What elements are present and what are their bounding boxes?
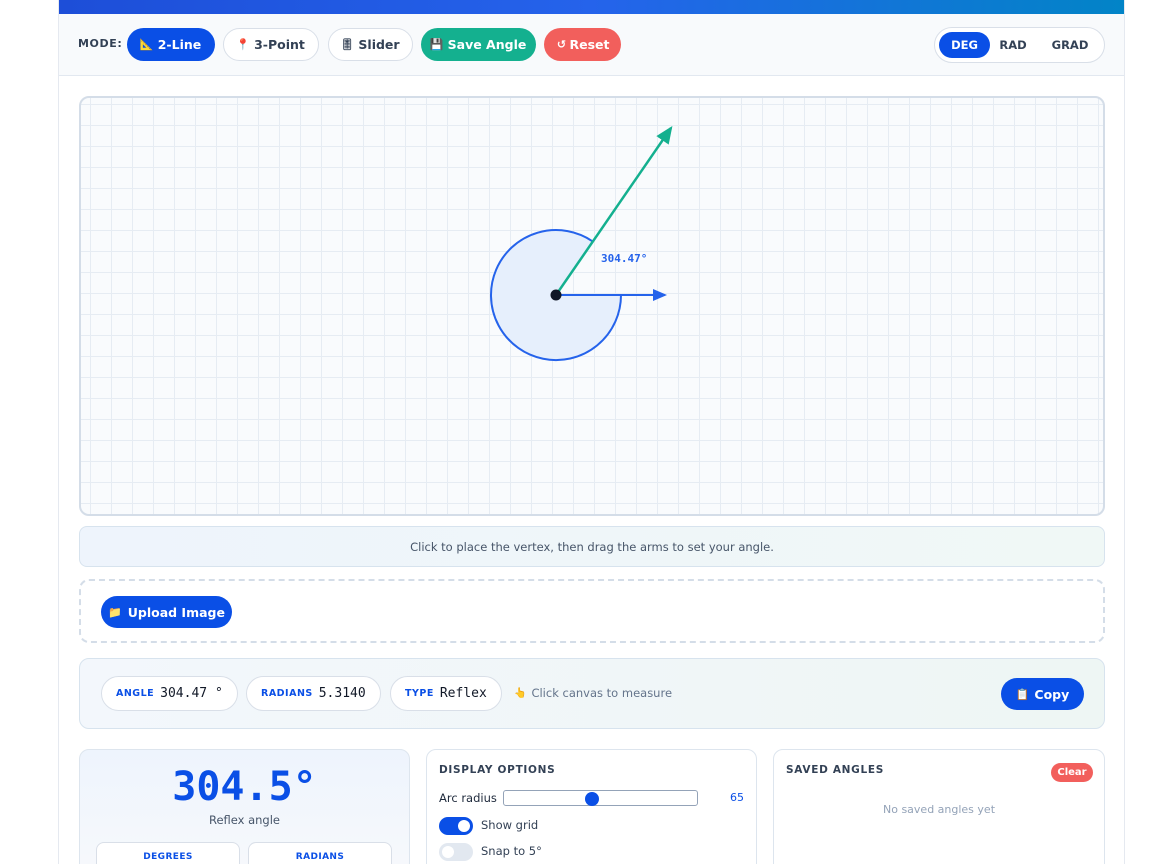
type-chip: TYPE Reflex (390, 676, 502, 711)
measure-hint-text: Click canvas to measure (531, 686, 673, 700)
measure-hint: 👆 Click canvas to measure (514, 686, 672, 700)
degrees-box-label: DEGREES (143, 852, 193, 862)
ruler-triangle-icon: 📐 (139, 38, 154, 51)
mode-slider-button[interactable]: 🎚 Slider (328, 28, 413, 61)
display-options-title: DISPLAY OPTIONS (439, 764, 556, 776)
saved-angles-card: SAVED ANGLES Clear No saved angles yet (773, 749, 1105, 864)
clipboard-icon: 📋 (1015, 687, 1030, 701)
upload-drop-zone[interactable]: 📁 Upload Image (79, 579, 1105, 643)
radians-box: RADIANS (248, 842, 392, 864)
folder-icon: 📁 (108, 605, 122, 619)
snap-toggle[interactable] (439, 843, 473, 861)
pointing-hand-icon: 👆 (514, 687, 527, 699)
mode-label: MODE: (78, 37, 123, 50)
arc-radius-label: Arc radius (439, 791, 497, 805)
radians-chip-value: 5.3140 (318, 686, 366, 701)
reset-button[interactable]: ↺ Reset (544, 28, 621, 61)
angle-summary-card: 304.5° Reflex angle DEGREES RADIANS (79, 749, 410, 864)
unit-selector: DEG RAD GRAD (934, 27, 1105, 63)
reset-label: Reset (569, 37, 610, 52)
unit-rad-button[interactable]: RAD (991, 32, 1035, 58)
type-chip-key: TYPE (405, 688, 434, 699)
reset-icon: ↺ (556, 38, 567, 51)
snap-toggle-knob (442, 846, 454, 858)
radians-box-label: RADIANS (295, 852, 345, 862)
show-grid-toggle[interactable] (439, 817, 473, 835)
unit-grad-button[interactable]: GRAD (1039, 32, 1101, 58)
saved-empty-message: No saved angles yet (882, 803, 996, 816)
mode-2-line-button[interactable]: 📐 2-Line (127, 28, 215, 61)
copy-label: Copy (1034, 686, 1070, 702)
mode-3-point-label: 3-Point (254, 37, 305, 52)
top-accent-bar (59, 0, 1124, 14)
toolbar: MODE: 📐 2-Line 📍 3-Point 🎚 Slider 💾 Save… (59, 14, 1124, 76)
instruction-hint: Click to place the vertex, then drag the… (79, 526, 1105, 567)
arc-radius-value: 65 (730, 791, 744, 804)
angle-value-label: 304.47° (601, 252, 647, 265)
upload-image-button[interactable]: 📁 Upload Image (101, 596, 232, 628)
mode-2-line-label: 2-Line (157, 37, 202, 52)
mode-slider-label: Slider (358, 37, 400, 52)
slider-icon: 🎚 (340, 38, 355, 51)
pin-icon: 📍 (236, 38, 250, 51)
mode-3-point-button[interactable]: 📍 3-Point (223, 28, 319, 61)
arm-1[interactable] (554, 125, 673, 296)
show-grid-label: Show grid (481, 818, 539, 832)
arc-radius-slider-thumb[interactable] (585, 792, 599, 806)
radians-chip-key: RADIANS (261, 688, 313, 699)
angle-chip-key: ANGLE (116, 688, 155, 699)
floppy-disk-icon: 💾 (429, 38, 444, 51)
angle-type-subtitle: Reflex angle (208, 813, 281, 827)
type-chip-value: Reflex (439, 686, 487, 701)
arc-radius-slider[interactable] (503, 790, 698, 806)
unit-deg-button[interactable]: DEG (939, 32, 990, 58)
copy-button[interactable]: 📋 Copy (1001, 678, 1084, 710)
angle-measure-app: MODE: 📐 2-Line 📍 3-Point 🎚 Slider 💾 Save… (58, 0, 1125, 864)
measure-canvas[interactable]: 304.47° (79, 96, 1105, 516)
saved-angles-title: SAVED ANGLES (786, 764, 885, 776)
angle-chip-value: 304.47 ° (160, 686, 223, 701)
readout-bar: ANGLE 304.47 ° RADIANS 5.3140 TYPE Refle… (79, 658, 1105, 729)
upload-image-label: Upload Image (127, 604, 225, 620)
clear-saved-button[interactable]: Clear (1051, 763, 1093, 782)
degrees-box: DEGREES (96, 842, 240, 864)
angle-chip: ANGLE 304.47 ° (101, 676, 238, 711)
show-grid-toggle-knob (458, 820, 470, 832)
snap-label: Snap to 5° (481, 844, 542, 858)
save-angle-label: Save Angle (447, 37, 527, 52)
radians-chip: RADIANS 5.3140 (246, 676, 381, 711)
vertex-point[interactable] (550, 289, 562, 301)
big-angle-value: 304.5° (172, 764, 317, 810)
angle-drawing: 304.47° (490, 125, 673, 361)
save-angle-button[interactable]: 💾 Save Angle (421, 28, 536, 61)
display-options-card: DISPLAY OPTIONS Arc radius 65 Show grid … (426, 749, 757, 864)
